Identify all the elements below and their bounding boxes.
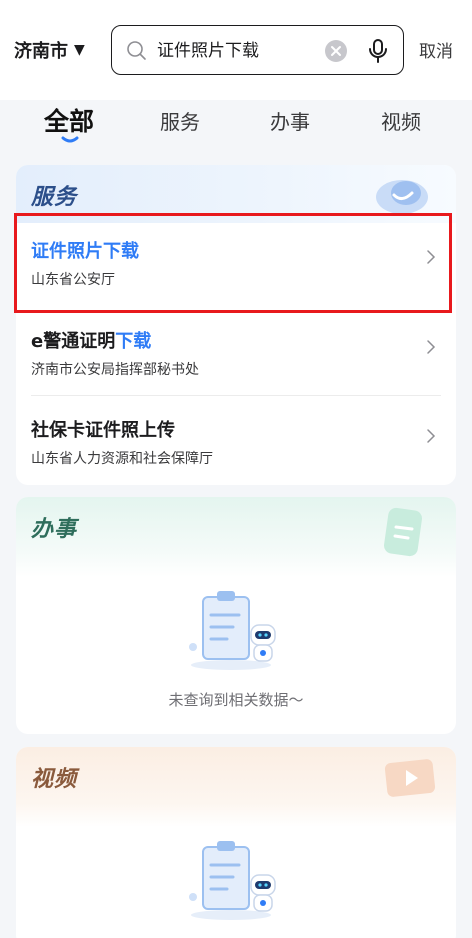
services-card-title: 服务 <box>31 185 78 210</box>
caret-down-icon: ▼ <box>74 42 85 58</box>
cancel-button[interactable]: 取消 <box>419 37 453 62</box>
tab-affairs[interactable]: 办事 <box>270 106 310 135</box>
search-input[interactable]: 证件照片下载 <box>157 39 259 63</box>
affairs-card-header: 办事 <box>16 497 456 577</box>
city-label: 济南市 <box>14 41 68 62</box>
empty-state-illustration <box>189 841 276 920</box>
service-item[interactable]: 证件照片下载 山东省公安厅 <box>16 215 456 303</box>
services-card: 服务 证件照片下载 山东省公安厅 e警通证明下载 济南市公安局指挥部秘书处 社保… <box>16 165 456 485</box>
service-item-title: e警通证明下载 <box>31 331 152 352</box>
service-item[interactable]: e警通证明下载 济南市公安局指挥部秘书处 <box>16 305 456 393</box>
services-decoration-icon <box>376 180 428 214</box>
search-box[interactable]: 证件照片下载 <box>111 25 404 75</box>
play-decoration-icon <box>384 759 436 797</box>
active-tab-indicator <box>61 136 79 143</box>
chevron-right-icon <box>427 340 436 354</box>
videos-card-title: 视频 <box>31 767 78 792</box>
service-item[interactable]: 社保卡证件照上传 山东省人力资源和社会保障厅 <box>16 394 456 482</box>
affairs-card-title: 办事 <box>31 517 78 542</box>
microphone-icon[interactable] <box>366 38 390 64</box>
city-selector[interactable]: 济南市 ▼ <box>14 36 85 64</box>
chevron-right-icon <box>427 429 436 443</box>
empty-state-illustration <box>189 591 276 670</box>
chevron-right-icon <box>427 250 436 264</box>
videos-card-header: 视频 <box>16 747 456 827</box>
top-bar: 济南市 ▼ 证件照片下载 取消 <box>0 0 472 100</box>
tab-videos[interactable]: 视频 <box>381 106 421 135</box>
tab-all[interactable]: 全部 <box>44 102 94 138</box>
empty-state-text: 未查询到相关数据～ <box>168 691 304 709</box>
clipboard-decoration-icon <box>383 507 423 557</box>
affairs-card: 办事 未查询到相关数据～ <box>16 497 456 734</box>
search-icon <box>127 41 146 60</box>
videos-card: 视频 <box>16 747 456 938</box>
service-item-provider: 山东省公安厅 <box>31 272 115 288</box>
service-item-provider: 济南市公安局指挥部秘书处 <box>31 362 199 378</box>
service-item-provider: 山东省人力资源和社会保障厅 <box>31 451 213 467</box>
clear-icon[interactable] <box>324 39 348 63</box>
service-item-title: 社保卡证件照上传 <box>31 420 175 441</box>
category-tabs: 全部 服务 办事 视频 <box>0 100 472 155</box>
service-item-title: 证件照片下载 <box>31 241 139 262</box>
tab-services[interactable]: 服务 <box>160 106 200 135</box>
